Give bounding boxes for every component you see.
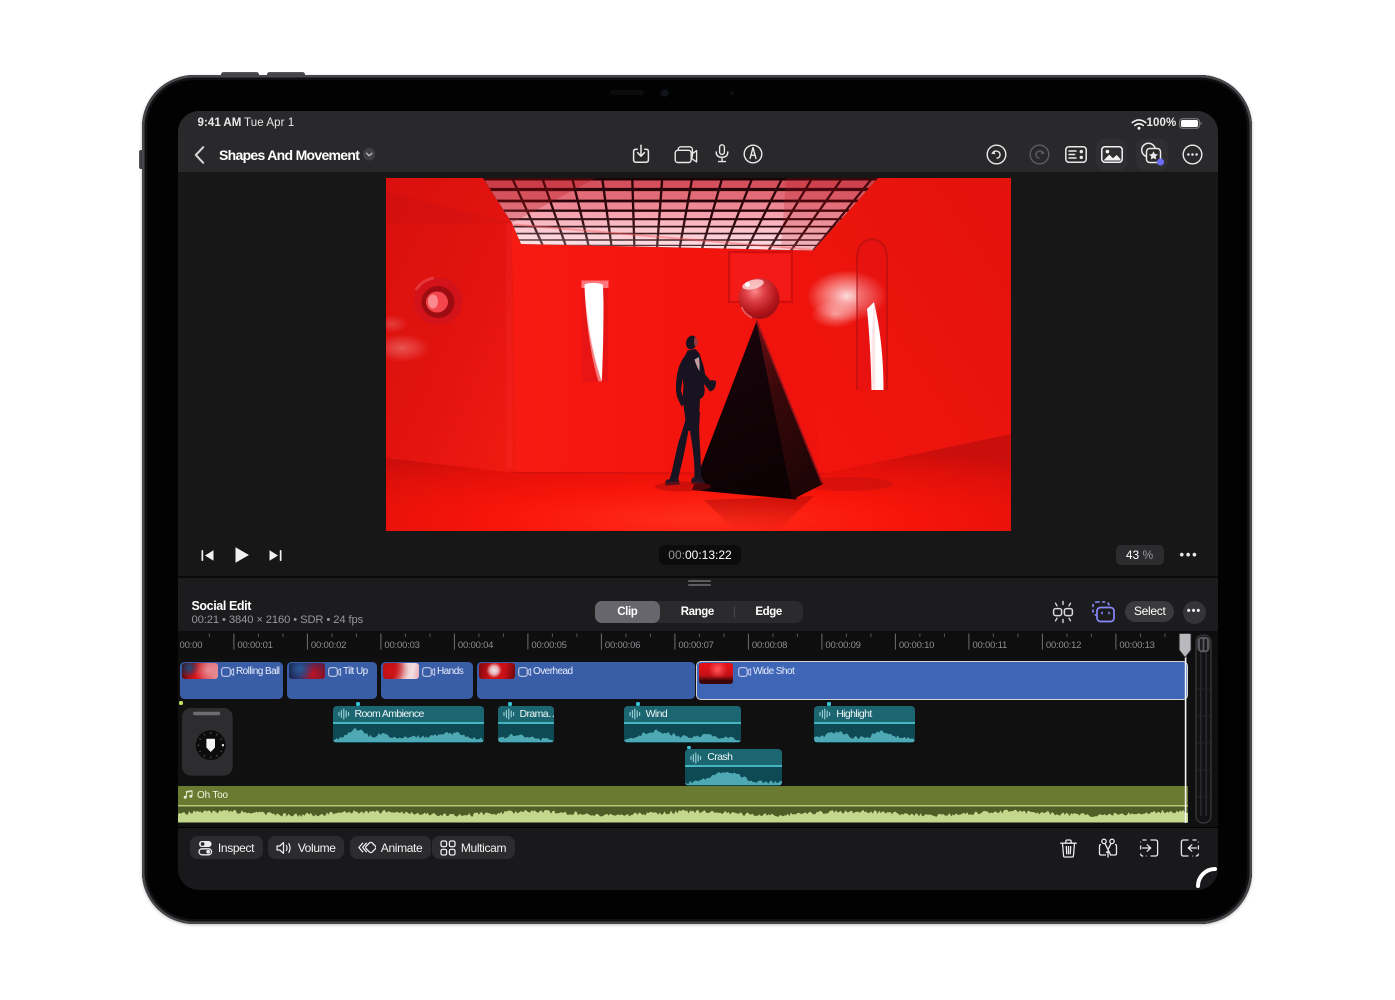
svg-text:00:00: 00:00 bbox=[180, 640, 203, 651]
svg-text:00:00:01: 00:00:01 bbox=[237, 640, 272, 651]
svg-text:00:00:06: 00:00:06 bbox=[605, 640, 640, 651]
svg-text:00:00:05: 00:00:05 bbox=[531, 640, 566, 651]
svg-text:00:00:03: 00:00:03 bbox=[384, 640, 419, 651]
svg-text:00:00:02: 00:00:02 bbox=[311, 640, 346, 651]
svg-text:00:00:10: 00:00:10 bbox=[899, 640, 934, 651]
svg-text:00:00:08: 00:00:08 bbox=[752, 640, 787, 651]
svg-text:00:00:07: 00:00:07 bbox=[678, 640, 713, 651]
svg-text:00:00:04: 00:00:04 bbox=[458, 640, 493, 651]
svg-text:00:00:12: 00:00:12 bbox=[1046, 640, 1081, 651]
svg-text:00:00:13: 00:00:13 bbox=[1119, 640, 1154, 651]
svg-text:00:00:09: 00:00:09 bbox=[825, 640, 860, 651]
svg-text:00:00:11: 00:00:11 bbox=[972, 640, 1007, 651]
